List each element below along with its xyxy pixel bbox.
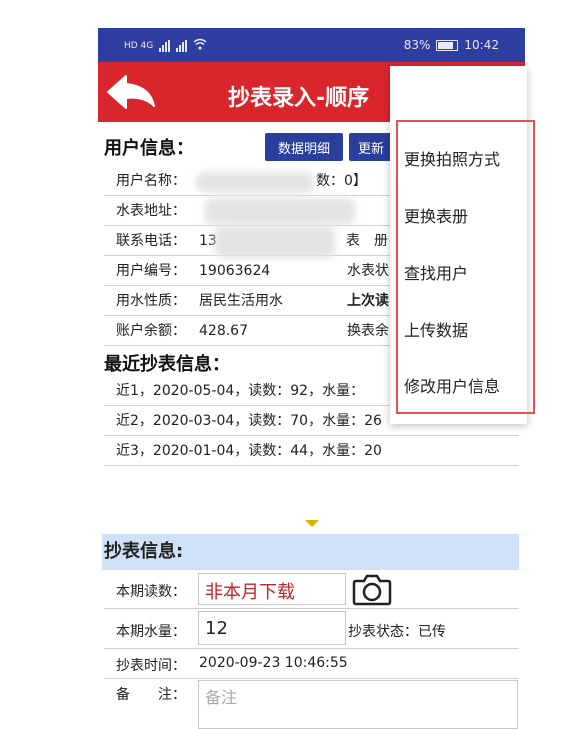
current-reading-input[interactable]: 非本月下载	[198, 573, 346, 605]
balance-label: 账户余额：	[116, 323, 186, 339]
user-no-value: 19063624	[199, 263, 271, 279]
reading-time-row: 抄表时间： 2020-09-23 10:46:55	[104, 649, 519, 679]
nature-value: 居民生活用水	[199, 293, 283, 309]
expand-arrow-icon[interactable]	[305, 520, 319, 527]
menu-item-change-photo-mode[interactable]: 更换拍照方式	[404, 146, 500, 170]
remark-placeholder: 备注	[205, 688, 238, 707]
battery-percent: 83%	[403, 38, 431, 52]
remark-input[interactable]: 备注	[198, 680, 518, 729]
nature-label: 用水性质：	[116, 293, 186, 309]
recent-item: 近3，2020-01-04，读数：44，水量：20	[104, 436, 519, 466]
wifi-icon	[193, 38, 207, 53]
recent-heading: 最近抄表信息：	[104, 354, 230, 375]
remark-label: 备 注：	[116, 687, 186, 703]
recent-item-text: 近1，2020-05-04，读数：92，水量：	[116, 383, 365, 399]
battery-time: 83% 10:42	[404, 38, 499, 52]
user-info-heading: 用户信息：	[104, 138, 194, 159]
blurred-address	[205, 198, 355, 224]
battery-icon	[436, 39, 459, 51]
network-indicators: HD 4G	[124, 38, 207, 53]
data-detail-button[interactable]: 数据明细	[265, 133, 343, 161]
name-suffix: 数：0】	[316, 173, 367, 189]
signal-icon-2	[176, 39, 188, 52]
reading-heading: 抄表信息:	[102, 534, 519, 570]
time-value: 2020-09-23 10:46:55	[199, 655, 348, 671]
blurred-name	[196, 172, 314, 192]
page-title: 抄表录入-顺序	[228, 86, 370, 111]
back-arrow-icon[interactable]	[104, 72, 158, 112]
balance-value: 428.67	[199, 323, 248, 339]
volume-input[interactable]: 12	[198, 611, 346, 645]
menu-item-find-user[interactable]: 查找用户	[404, 260, 468, 284]
clock: 10:42	[464, 38, 499, 52]
meter-label: 水表状	[347, 263, 389, 279]
blurred-phone	[215, 226, 335, 258]
camera-icon[interactable]	[352, 572, 392, 606]
menu-item-edit-user-info[interactable]: 修改用户信息	[404, 373, 500, 397]
current-reading-value: 非本月下载	[205, 582, 295, 603]
address-label: 水表地址：	[116, 203, 186, 219]
update-button[interactable]: 更新	[349, 133, 393, 161]
recent-item-text: 近2，2020-03-04，读数：70，水量：26	[116, 413, 382, 429]
menu-item-change-book[interactable]: 更换表册	[404, 203, 468, 227]
status-bar: HD 4G 83% 10:42	[98, 28, 525, 62]
network-label: HD 4G	[124, 40, 154, 51]
signal-icon	[159, 39, 171, 52]
volume-value: 12	[205, 618, 228, 639]
reading-state: 抄表状态：已传	[348, 624, 446, 640]
phone-label: 联系电话：	[116, 233, 186, 249]
last-reading-label: 上次读	[347, 293, 389, 309]
menu-item-upload-data[interactable]: 上传数据	[404, 317, 468, 341]
swap-label: 换表余	[347, 323, 389, 339]
volume-label: 本期水量：	[116, 624, 186, 640]
book-label: 表 册	[346, 233, 388, 249]
user-no-label: 用户编号：	[116, 263, 186, 279]
name-label: 用户名称：	[116, 173, 186, 189]
time-label: 抄表时间：	[116, 658, 186, 674]
recent-item-text: 近3，2020-01-04，读数：44，水量：20	[116, 443, 382, 459]
current-reading-label: 本期读数：	[116, 584, 186, 600]
